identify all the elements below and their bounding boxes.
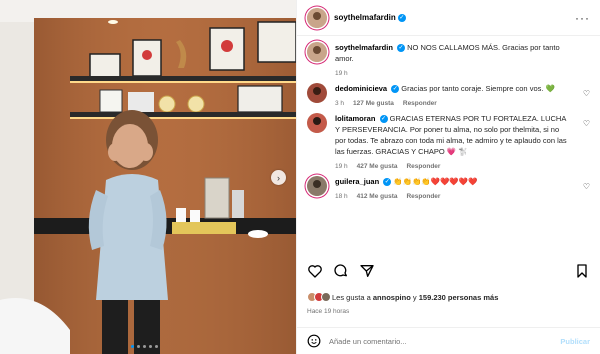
comment-likes[interactable]: 412 Me gusta [357,193,398,200]
comment-icon[interactable] [333,263,349,279]
comment-likes[interactable]: 127 Me gusta [353,100,394,107]
verified-icon: ✓ [397,13,406,22]
verified-icon: ✓ [383,178,392,187]
comment-time: 3 h [335,100,345,107]
carousel-dot [149,345,152,348]
avatar[interactable] [307,83,327,103]
comment-item: guilera_juan ✓ 👏👏👏👏❤️❤️❤️❤️❤️ 18 h 412 M… [297,170,600,200]
post-actions [307,262,590,280]
verified-icon: ✓ [379,115,388,124]
carousel-dot [137,345,140,348]
comment-text: 👏👏👏👏❤️❤️❤️❤️❤️ [393,177,478,186]
caption-text: soythelmafardin ✓ NO NOS CALLAMOS MÁS. G… [335,42,570,64]
comment-time: 19 h [335,163,348,170]
carousel-dot [131,345,134,348]
publish-button[interactable]: Publicar [560,337,590,346]
reply-button[interactable]: Responder [406,193,440,200]
posted-time: Hace 19 horas [307,308,350,315]
post-author[interactable]: soythelmafardin [334,13,396,22]
heart-icon[interactable] [307,263,323,279]
next-icon: › [277,172,280,183]
likers-avatars [307,292,331,302]
likes-prefix: Les gusta a [332,292,371,302]
instagram-post-view: › soythelmafardin ✓ ··· soythelmafardin … [0,0,600,354]
comments-list: soythelmafardin ✓ NO NOS CALLAMOS MÁS. G… [297,36,600,254]
heart-icon[interactable]: ♡ [583,89,590,98]
post-header: soythelmafardin ✓ ··· [297,0,600,36]
save-icon[interactable] [574,263,590,279]
avatar[interactable] [307,176,327,196]
caption-author[interactable]: soythelmafardin [335,43,393,52]
caption: soythelmafardin ✓ NO NOS CALLAMOS MÁS. G… [297,36,600,77]
likes-user[interactable]: annospino [373,293,411,302]
post-image [0,0,296,354]
likes-middle: y [412,292,417,302]
carousel-dots [131,345,158,348]
comment-author[interactable]: guilera_juan [335,177,379,186]
heart-icon[interactable]: ♡ [583,119,590,128]
comment-item: dedominicieva ✓ Gracias por tanto coraje… [297,77,600,107]
comment-author[interactable]: lolitamoran [335,114,375,123]
caption-time: 19 h [335,70,348,77]
comment-likes[interactable]: 427 Me gusta [357,163,398,170]
add-comment-bar: Publicar [297,327,600,354]
likes-summary: Les gusta a annospino y 159.230 personas… [307,292,498,302]
avatar[interactable] [307,113,327,133]
next-photo-button[interactable]: › [271,170,286,185]
post-photo[interactable]: › [0,0,296,354]
avatar[interactable] [307,7,327,28]
comment-time: 18 h [335,193,348,200]
post-detail-panel: soythelmafardin ✓ ··· soythelmafardin ✓ … [296,0,600,354]
more-icon[interactable]: ··· [575,11,590,25]
reply-button[interactable]: Responder [403,100,437,107]
carousel-dot [155,345,158,348]
likes-count[interactable]: 159.230 personas más [419,293,499,302]
verified-icon: ✓ [397,44,406,53]
comment-item: lolitamoran ✓ GRACIAS ETERNAS POR TU FOR… [297,107,600,170]
carousel-dot [143,345,146,348]
share-icon[interactable] [359,263,375,279]
reply-button[interactable]: Responder [406,163,440,170]
comment-input[interactable] [329,336,561,346]
heart-icon[interactable]: ♡ [583,182,590,191]
verified-icon: ✓ [391,85,400,94]
comment-author[interactable]: dedominicieva [335,84,387,93]
avatar[interactable] [307,42,327,62]
comment-text: Gracias por tanto coraje. Siempre con vo… [401,84,555,93]
emoji-icon[interactable] [307,334,321,348]
